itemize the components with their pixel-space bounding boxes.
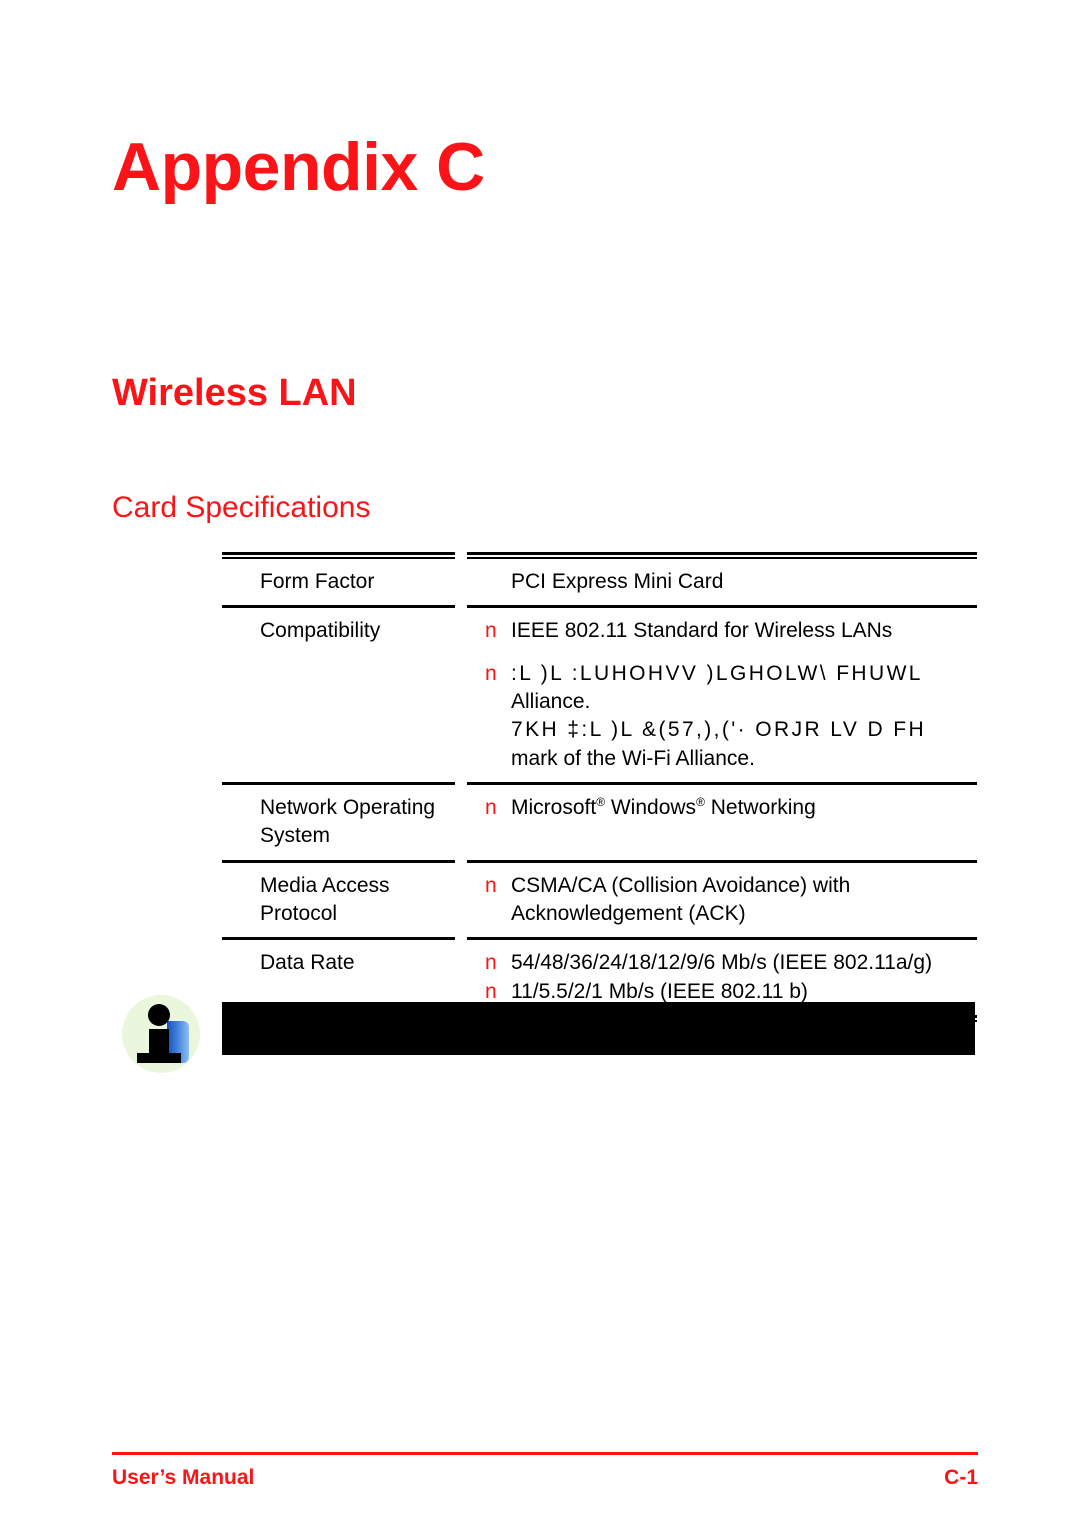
- table-rule: [222, 937, 977, 941]
- rule-gap: [455, 782, 467, 785]
- spec-value-text: IEEE 802.11 Standard for Wireless LANs: [511, 619, 893, 643]
- document-page: Appendix C Wireless LAN Card Specificati…: [0, 0, 1080, 1529]
- spec-value-line: n :L )L :LUHOHVV )LGHOLW\ FHUWL: [467, 660, 977, 688]
- footer-manual-label: User’s Manual: [112, 1466, 255, 1489]
- spec-value: n CSMA/CA (Collision Avoidance) with Ack…: [467, 863, 977, 938]
- card-specifications-table: Form Factor PCI Express Mini Card Compat…: [222, 552, 977, 1023]
- table-rule: [222, 605, 977, 609]
- rule-segment-right: [467, 859, 977, 863]
- spec-value-text: 54/48/36/24/18/12/9/6 Mb/s (IEEE 802.11a…: [511, 951, 933, 975]
- bullet-marker: n: [485, 661, 497, 685]
- note-callout: [122, 995, 982, 1075]
- subsection-title: Card Specifications: [112, 491, 371, 524]
- spec-value-line: n IEEE 802.11 Standard for Wireless LANs: [467, 617, 977, 645]
- spec-value-text: Microsoft® Windows® Networking: [511, 795, 816, 820]
- appendix-title: Appendix C: [112, 129, 485, 205]
- spec-value-continuation: Acknowledgement (ACK): [511, 902, 746, 926]
- spec-value: n Microsoft® Windows® Networking: [467, 785, 977, 831]
- rule-segment-right: [467, 937, 977, 941]
- spec-value-continuation-garbled: 7KH ‡:L )L &(57,),('· ORJR LV D FH: [511, 718, 927, 742]
- page-footer: User’s Manual C-1: [112, 1466, 978, 1490]
- bullet-marker: n: [485, 619, 497, 643]
- rule-gap: [455, 557, 467, 560]
- bullet-marker: n: [485, 873, 497, 897]
- bullet-marker: n: [485, 951, 497, 975]
- spec-label: Media Access Protocol: [222, 863, 455, 938]
- spec-value-continuation: Alliance.: [511, 690, 591, 714]
- spec-label-line: Network Operating: [260, 796, 436, 820]
- spec-label: Form Factor: [222, 559, 455, 605]
- spec-label-line: Form Factor: [260, 570, 375, 593]
- spec-label: Compatibility: [222, 608, 455, 654]
- rule-segment-left: [222, 782, 455, 786]
- table-row: Form Factor PCI Express Mini Card: [222, 559, 977, 605]
- spec-value-text-garbled: :L )L :LUHOHVV )LGHOLW\ FHUWL: [511, 661, 923, 685]
- rule-segment-left: [222, 552, 455, 555]
- table-row: Network Operating System n Microsoft® Wi…: [222, 785, 977, 860]
- rule-segment-right: [467, 552, 977, 555]
- table-rule: [222, 782, 977, 786]
- rule-gap: [455, 552, 467, 555]
- spec-label-line: System: [260, 824, 331, 848]
- spec-value-text: PCI Express Mini Card: [511, 570, 724, 593]
- spec-label-line: Protocol: [260, 902, 338, 926]
- info-icon: [122, 995, 200, 1073]
- spec-value-line: n CSMA/CA (Collision Avoidance) with: [467, 872, 977, 900]
- table-row: Compatibility n IEEE 802.11 Standard for…: [222, 608, 977, 782]
- spec-value-line: n Microsoft® Windows® Networking: [467, 794, 977, 822]
- table-rule-top: [222, 552, 977, 555]
- spec-value-line: n 54/48/36/24/18/12/9/6 Mb/s (IEEE 802.1…: [467, 949, 977, 977]
- rule-segment-left: [222, 557, 455, 559]
- table-rule: [222, 859, 977, 863]
- spec-label: Data Rate: [222, 940, 455, 986]
- spec-label-line: Data Rate: [260, 951, 355, 975]
- spec-value: n IEEE 802.11 Standard for Wireless LANs…: [467, 608, 977, 782]
- section-title: Wireless LAN: [112, 372, 357, 414]
- redaction-bar: [222, 1002, 975, 1055]
- rule-gap: [455, 860, 467, 863]
- info-icon-dot: [148, 1004, 170, 1026]
- rule-segment-left: [222, 859, 455, 863]
- info-icon-foot: [137, 1053, 181, 1063]
- table-row: Media Access Protocol n CSMA/CA (Collisi…: [222, 863, 977, 938]
- rule-segment-left: [222, 937, 455, 941]
- rule-segment-right: [467, 782, 977, 786]
- spec-value-line: PCI Express Mini Card: [467, 568, 977, 596]
- spec-value: PCI Express Mini Card: [467, 559, 977, 605]
- spec-value-text: CSMA/CA (Collision Avoidance) with: [511, 873, 851, 897]
- rule-gap: [455, 937, 467, 940]
- spec-label-line: Media Access: [260, 873, 390, 897]
- rule-segment-right: [467, 605, 977, 609]
- rule-segment-right: [467, 557, 977, 559]
- footer-page-number: C-1: [944, 1466, 978, 1489]
- bullet-marker: n: [485, 796, 497, 820]
- spec-label-line: Compatibility: [260, 619, 381, 643]
- spec-value-continuation: mark of the Wi-Fi Alliance.: [511, 746, 755, 770]
- table-rule-top-thin: [222, 557, 977, 559]
- rule-gap: [455, 605, 467, 608]
- rule-segment-left: [222, 605, 455, 609]
- footer-divider: [112, 1452, 978, 1455]
- spec-label: Network Operating System: [222, 785, 455, 860]
